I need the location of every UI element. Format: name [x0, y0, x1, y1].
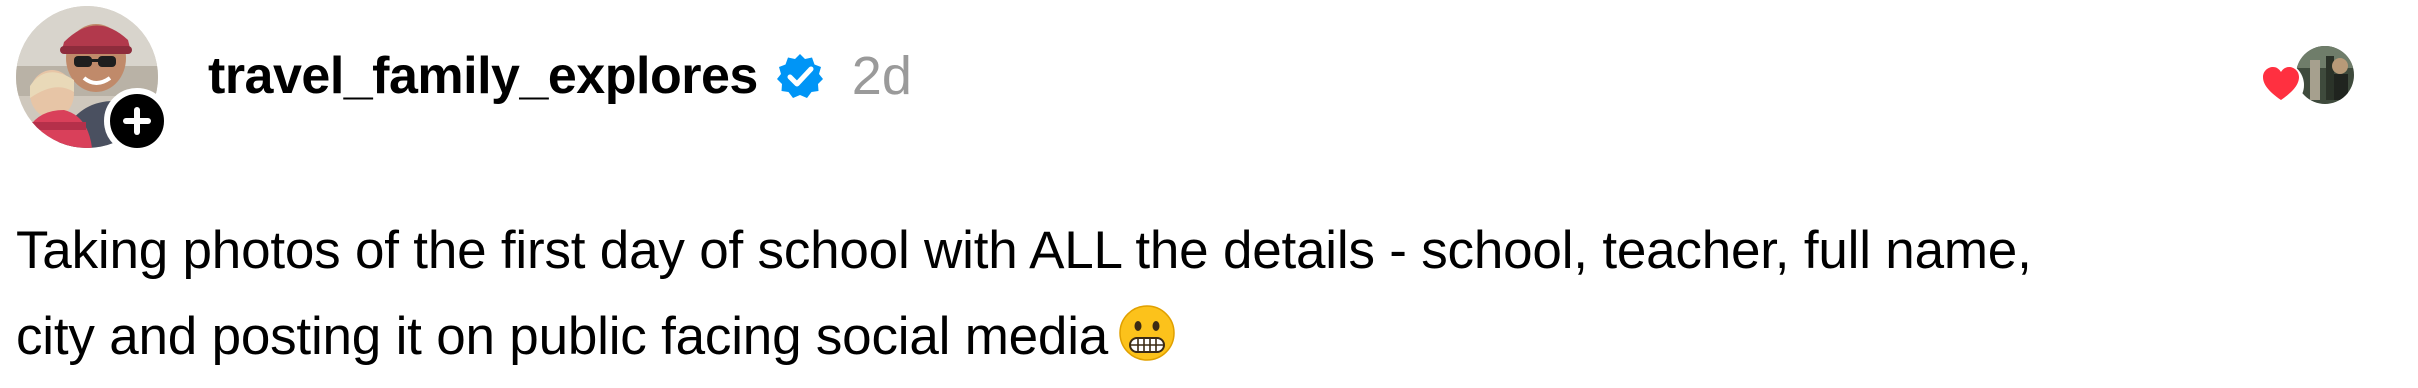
plus-icon: [123, 107, 151, 135]
post-body-line: Taking photos of the first day of school…: [16, 221, 2032, 280]
verified-badge-icon: [776, 52, 824, 100]
post-body-line-text: city and posting it on public facing soc…: [16, 307, 1109, 366]
thread-post: travel_family_explores 2d Taking photos …: [0, 0, 2418, 384]
username[interactable]: travel_family_explores: [208, 46, 758, 106]
heart-icon: [2258, 62, 2304, 108]
grimacing-face-emoji: [1118, 302, 1176, 361]
post-body-line-2: city and posting it on public facing soc…: [16, 294, 2416, 380]
reactors[interactable]: [2258, 44, 2358, 108]
author-avatar-container[interactable]: [16, 6, 170, 154]
reactor-photo: [2296, 46, 2354, 104]
post-body: Taking photos of the first day of school…: [16, 208, 2416, 380]
post-timestamp: 2d: [851, 46, 912, 106]
follow-button[interactable]: [104, 88, 170, 154]
post-header: travel_family_explores 2d: [208, 40, 912, 112]
